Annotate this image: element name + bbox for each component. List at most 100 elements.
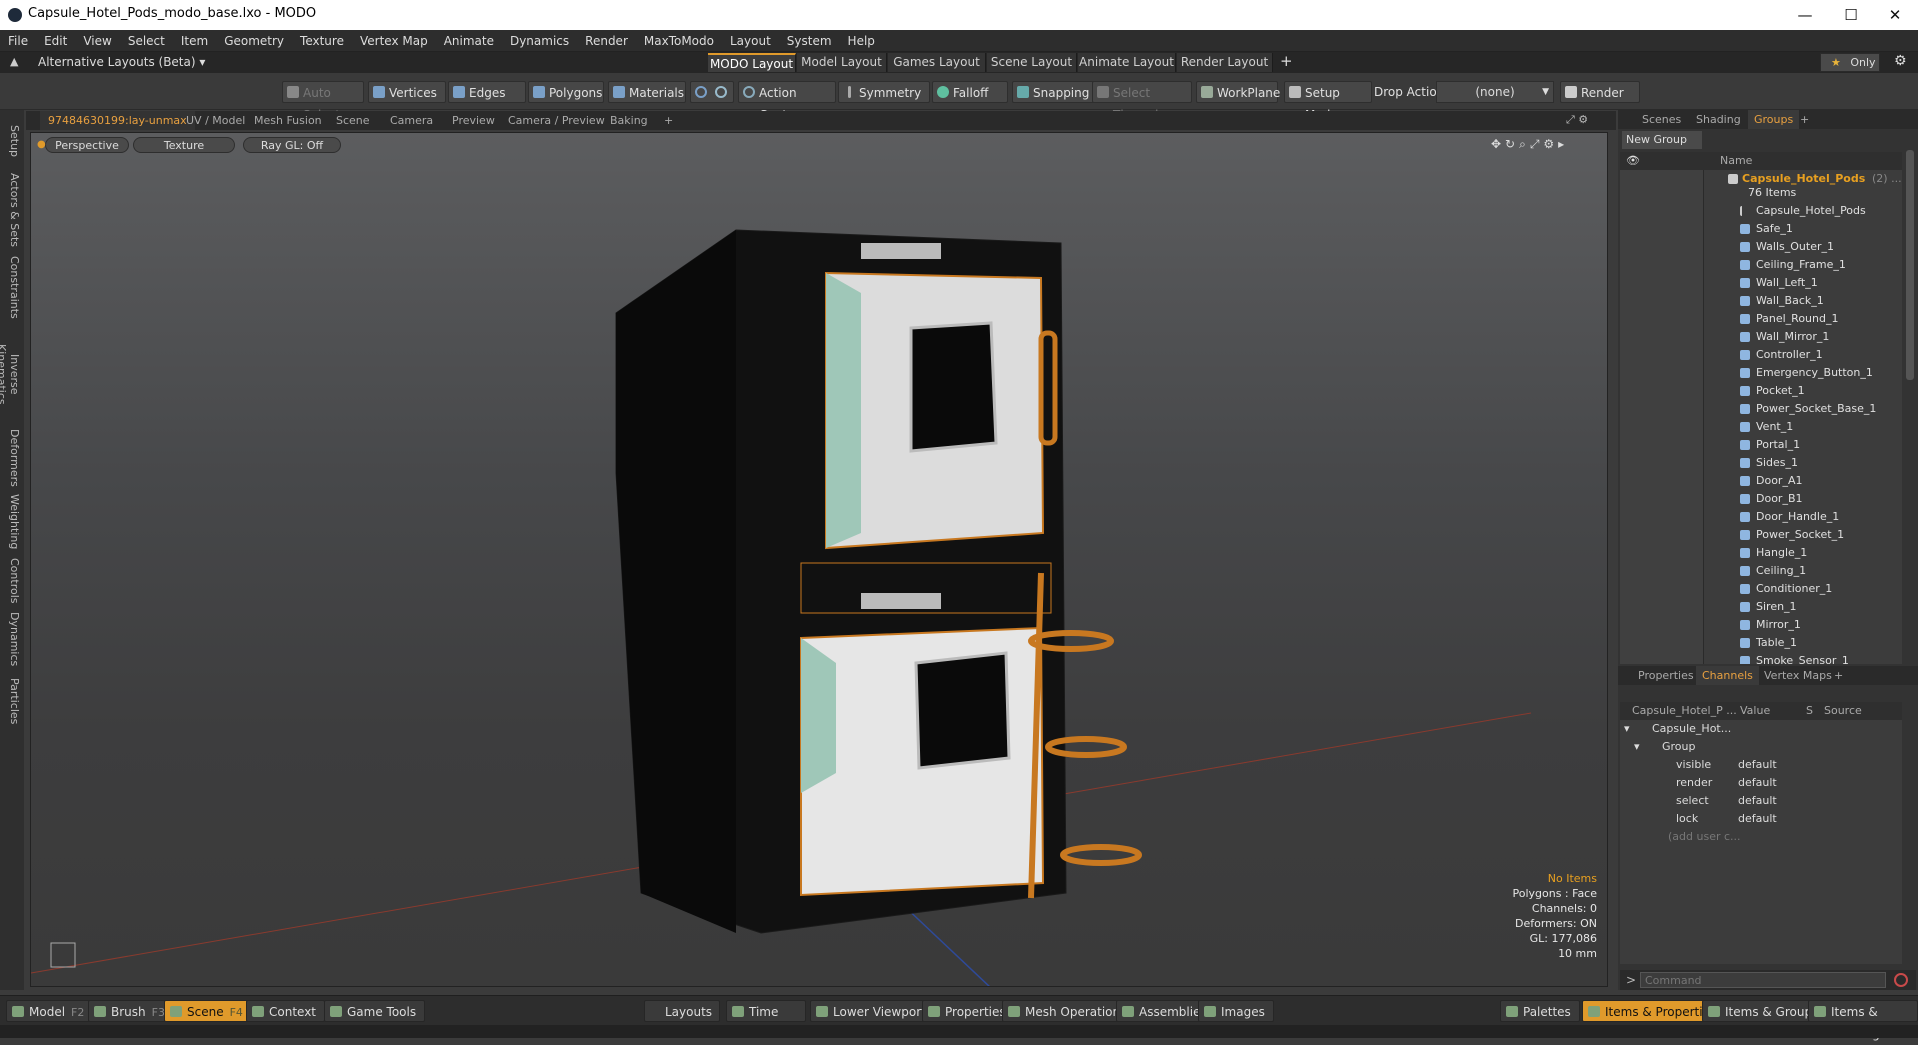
group-item-row[interactable]: Table_1 <box>1620 634 1902 652</box>
tab-model-layout[interactable]: Model Layout <box>797 53 887 72</box>
close-button[interactable]: ✕ <box>1872 0 1918 30</box>
menu-item[interactable]: Item <box>173 30 216 52</box>
group-item-row[interactable]: Wall_Back_1 <box>1620 292 1902 310</box>
menu-file[interactable]: File <box>0 30 36 52</box>
brush-button[interactable]: Brush F3 <box>88 1000 174 1022</box>
group-item-row[interactable]: Ceiling_1 <box>1620 562 1902 580</box>
vertices-button[interactable]: Vertices <box>368 81 446 103</box>
polygons-button[interactable]: Polygons <box>528 81 604 103</box>
setup-mode-button[interactable]: Setup Mode <box>1284 81 1372 122</box>
menu-system[interactable]: System <box>779 30 840 52</box>
menu-maxtomodo[interactable]: MaxToModo <box>636 30 722 52</box>
tab-scene-layout[interactable]: Scene Layout <box>987 53 1077 72</box>
tab-channels[interactable]: Channels <box>1696 666 1759 685</box>
group-item-row[interactable]: Walls_Outer_1 <box>1620 238 1902 256</box>
minimize-button[interactable]: — <box>1782 0 1828 30</box>
tab-shading[interactable]: Shading <box>1690 110 1747 129</box>
group-item-row[interactable]: Ceiling_Frame_1 <box>1620 256 1902 274</box>
group-item-row[interactable]: Siren_1 <box>1620 598 1902 616</box>
selection-modes-group[interactable] <box>690 81 734 103</box>
menu-view[interactable]: View <box>75 30 119 52</box>
materials-button[interactable]: Materials <box>608 81 686 103</box>
maximize-button[interactable]: ☐ <box>1828 0 1874 30</box>
group-item-row[interactable]: Wall_Mirror_1 <box>1620 328 1902 346</box>
tab-scene[interactable]: Scene <box>328 111 378 130</box>
tab-viewport-main[interactable]: 97484630199:lay-unmax <box>40 111 195 130</box>
groups-scrollbar[interactable] <box>1906 150 1914 380</box>
new-group-button[interactable]: New Group <box>1622 131 1702 149</box>
expand-arrow-icon[interactable]: ▾ <box>1624 720 1630 738</box>
menu-select[interactable]: Select <box>120 30 173 52</box>
group-item-row[interactable]: Portal_1 <box>1620 436 1902 454</box>
images-button[interactable]: Images <box>1198 1000 1274 1022</box>
group-item-row[interactable]: Door_Handle_1 <box>1620 508 1902 526</box>
channel-row-render[interactable]: render default <box>1620 774 1902 792</box>
items-shading-button[interactable]: Items & Shading <box>1808 1000 1918 1041</box>
add-panel-tab-button[interactable]: + <box>1794 110 1815 129</box>
tab-modo-layout[interactable]: MODO Layout <box>708 53 796 72</box>
context-button[interactable]: Context <box>246 1000 326 1022</box>
game-tools-button[interactable]: Game Tools <box>324 1000 426 1022</box>
palettes-button[interactable]: Palettes <box>1500 1000 1580 1022</box>
vtab-weighting[interactable]: Weighting <box>3 492 21 552</box>
channel-group-row[interactable]: ▾ Group <box>1620 738 1902 756</box>
properties-button[interactable]: Properties <box>922 1000 1015 1022</box>
menu-texture[interactable]: Texture <box>292 30 352 52</box>
menu-help[interactable]: Help <box>840 30 883 52</box>
channel-row-visible[interactable]: visible default <box>1620 756 1902 774</box>
edges-button[interactable]: Edges <box>448 81 526 103</box>
scene-button[interactable]: Scene F4 <box>164 1000 252 1022</box>
menu-layout[interactable]: Layout <box>722 30 779 52</box>
3d-viewport[interactable]: Perspective Texture Ray GL: Off ● ✥↻⌕⤢⚙▸… <box>30 132 1608 987</box>
drop-action-select[interactable]: (none) ▼ <box>1436 81 1554 103</box>
tab-games-layout[interactable]: Games Layout <box>888 53 986 72</box>
command-input[interactable] <box>1640 972 1886 988</box>
vtab-actors-sets[interactable]: Actors & Sets <box>3 170 21 250</box>
action-center-button[interactable]: Action Center <box>738 81 836 122</box>
tab-properties[interactable]: Properties <box>1632 666 1700 685</box>
group-item-row[interactable]: Smoke_Sensor_1 <box>1620 652 1902 664</box>
channel-row-lock[interactable]: lock default <box>1620 810 1902 828</box>
tab-render-layout[interactable]: Render Layout <box>1177 53 1273 72</box>
layouts-button[interactable]: Layouts <box>644 1000 720 1022</box>
add-viewport-tab-button[interactable]: + <box>656 111 681 130</box>
tab-preview[interactable]: Preview <box>444 111 503 130</box>
tab-animate-layout[interactable]: Animate Layout <box>1078 53 1176 72</box>
group-item-row[interactable]: Sides_1 <box>1620 454 1902 472</box>
auto-select-button[interactable]: Auto Select <box>282 81 364 122</box>
tab-scenes[interactable]: Scenes <box>1636 110 1687 129</box>
falloff-button[interactable]: Falloff <box>932 81 1008 103</box>
channel-row-select[interactable]: select default <box>1620 792 1902 810</box>
vtab-deformers[interactable]: Deformers <box>3 428 21 488</box>
menu-animate[interactable]: Animate <box>436 30 502 52</box>
vtab-particles[interactable]: Particles <box>3 672 21 730</box>
expand-arrow-icon[interactable]: ▾ <box>1634 738 1640 756</box>
collapse-icon[interactable]: ▲ <box>10 55 18 68</box>
group-item-row[interactable]: Hangle_1 <box>1620 544 1902 562</box>
tab-uv-model[interactable]: UV / Model <box>178 111 253 130</box>
tab-groups[interactable]: Groups <box>1748 110 1800 129</box>
group-item-row[interactable]: Power_Socket_1 <box>1620 526 1902 544</box>
expand-viewport-icon[interactable]: ⤢ ⚙ <box>1566 113 1588 127</box>
menu-dynamics[interactable]: Dynamics <box>502 30 577 52</box>
select-through-button[interactable]: Select Through <box>1092 81 1192 122</box>
group-item-row[interactable]: Panel_Round_1 <box>1620 310 1902 328</box>
vtab-inverse-kinematics[interactable]: Inverse Kinematics <box>0 324 21 424</box>
group-item-row[interactable]: Mirror_1 <box>1620 616 1902 634</box>
group-item-row[interactable]: Controller_1 <box>1620 346 1902 364</box>
channel-root-row[interactable]: ▾ Capsule_Hot... <box>1620 720 1902 738</box>
group-item-row[interactable]: Safe_1 <box>1620 220 1902 238</box>
group-item-row[interactable]: Power_Socket_Base_1 <box>1620 400 1902 418</box>
menu-vertex-map[interactable]: Vertex Map <box>352 30 436 52</box>
gear-icon[interactable]: ⚙ <box>1894 53 1907 69</box>
group-item-row[interactable]: Door_B1 <box>1620 490 1902 508</box>
group-item-row[interactable]: Door_A1 <box>1620 472 1902 490</box>
group-item-row[interactable]: Wall_Left_1 <box>1620 274 1902 292</box>
record-icon[interactable] <box>1894 973 1908 987</box>
tab-camera[interactable]: Camera <box>382 111 441 130</box>
vtab-controls[interactable]: Controls <box>3 556 21 606</box>
alternative-layouts-dropdown[interactable]: Alternative Layouts (Beta) ▾ <box>38 55 205 69</box>
add-layout-button[interactable]: + <box>1280 52 1293 70</box>
workplane-button[interactable]: WorkPlane <box>1196 81 1280 103</box>
add-user-channel-row[interactable]: (add user c... <box>1620 828 1902 846</box>
